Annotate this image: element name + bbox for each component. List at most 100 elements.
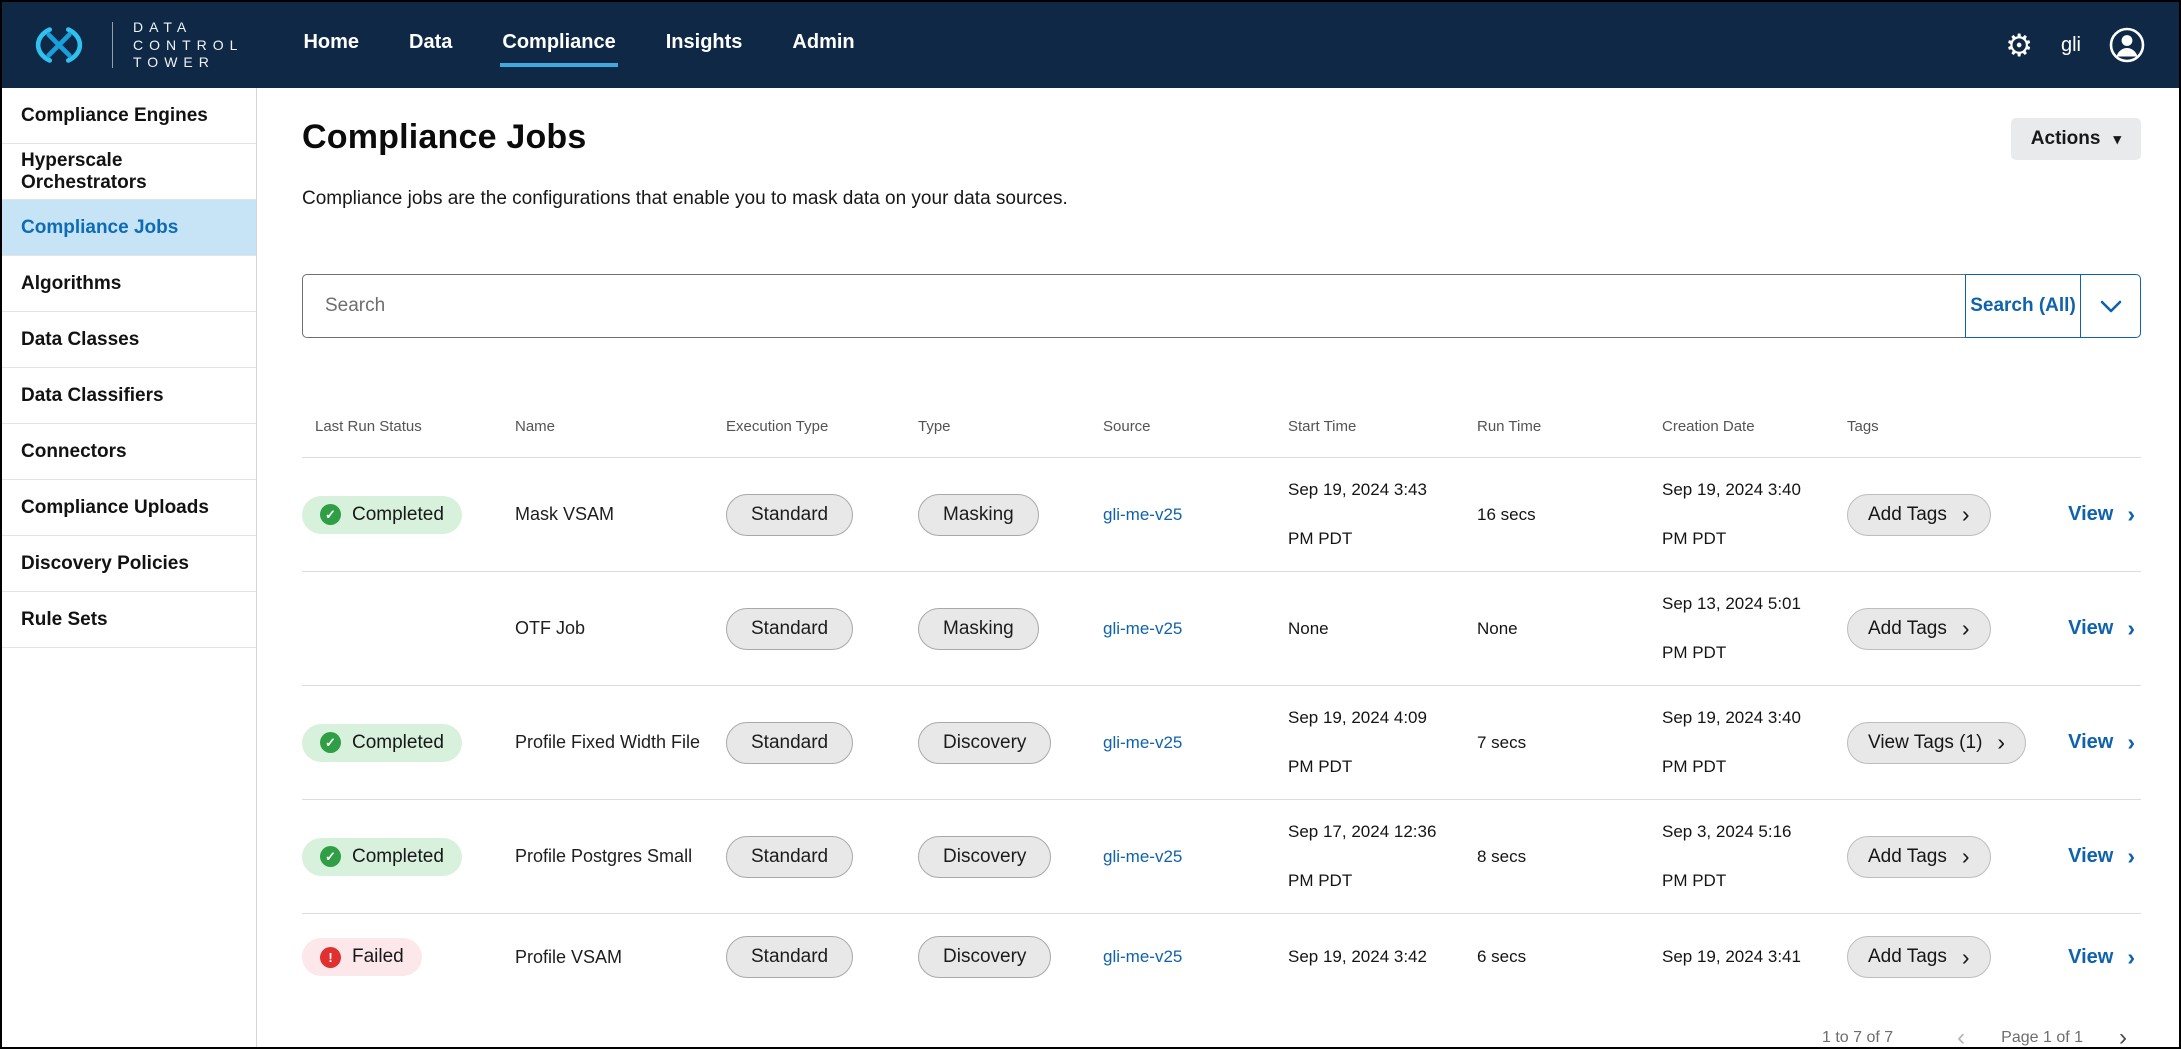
start-time-line1: Sep 19, 2024 4:09	[1288, 708, 1477, 728]
sidebar-item-data-classifiers[interactable]: Data Classifiers	[2, 368, 256, 424]
app-window: DATA CONTROL TOWER Home Data Compliance …	[0, 0, 2181, 1049]
source-link[interactable]: gli-me-v25	[1103, 733, 1182, 752]
brand-line: CONTROL	[133, 38, 243, 53]
run-time: 8 secs	[1477, 847, 1526, 866]
account-icon[interactable]	[2109, 27, 2145, 63]
creation-date-line1: Sep 19, 2024 3:40	[1662, 480, 1847, 500]
settings-icon[interactable]: ⚙	[2005, 30, 2033, 61]
sidebar-item-compliance-uploads[interactable]: Compliance Uploads	[2, 480, 256, 536]
column-header	[2061, 418, 2141, 435]
check-icon: ✓	[320, 732, 341, 753]
job-name: Mask VSAM	[515, 504, 614, 524]
nav-item-admin[interactable]: Admin	[790, 23, 856, 67]
chevron-right-icon: ›	[1962, 505, 1970, 523]
creation-date-line2: PM PDT	[1662, 757, 1847, 777]
execution-type-badge: Standard	[726, 836, 853, 878]
exclamation-icon: !	[320, 947, 341, 968]
nav-item-compliance[interactable]: Compliance	[500, 23, 617, 67]
page-body: Compliance Engines Hyperscale Orchestrat…	[2, 88, 2179, 1047]
sidebar-item-compliance-engines[interactable]: Compliance Engines	[2, 88, 256, 144]
sidebar-item-connectors[interactable]: Connectors	[2, 424, 256, 480]
sidebar-item-rule-sets[interactable]: Rule Sets	[2, 592, 256, 648]
start-time-line1: Sep 19, 2024 3:43	[1288, 480, 1477, 500]
status-label: Completed	[352, 732, 444, 754]
chevron-right-icon: ›	[1962, 619, 1970, 637]
column-header: Source	[1103, 418, 1288, 435]
execution-type-badge: Standard	[726, 494, 853, 536]
start-time-line2: PM PDT	[1288, 871, 1477, 891]
start-time-line2: PM PDT	[1288, 529, 1477, 549]
brand-title: DATA CONTROL TOWER	[133, 20, 243, 70]
start-time-line1: Sep 19, 2024 3:42	[1288, 947, 1477, 967]
source-link[interactable]: gli-me-v25	[1103, 619, 1182, 638]
chevron-down-icon	[2100, 300, 2122, 313]
nav-item-insights[interactable]: Insights	[664, 23, 745, 67]
tags-button[interactable]: Add Tags ›	[1847, 836, 1991, 878]
view-button[interactable]: View ›	[2068, 731, 2135, 754]
type-badge: Discovery	[918, 836, 1051, 878]
view-button[interactable]: View ›	[2068, 503, 2135, 526]
job-name: Profile Postgres Small	[515, 846, 692, 866]
column-header: Start Time	[1288, 418, 1477, 435]
tags-label: Add Tags	[1868, 618, 1947, 640]
chevron-right-icon: ›	[2127, 847, 2135, 865]
sidebar-item-data-classes[interactable]: Data Classes	[2, 312, 256, 368]
status-badge: ✓ Completed	[302, 838, 462, 876]
column-header: Creation Date	[1662, 418, 1847, 435]
chevron-right-icon: ›	[1997, 733, 2005, 751]
search-scope-dropdown[interactable]	[2080, 274, 2141, 338]
tags-button[interactable]: Add Tags ›	[1847, 494, 1991, 536]
primary-nav: Home Data Compliance Insights Admin	[301, 2, 856, 88]
table-row: OTF Job Standard Masking gli-me-v25 None…	[302, 571, 2141, 685]
row-range: 1 to 7 of 7	[1822, 1029, 1893, 1047]
type-badge: Discovery	[918, 722, 1051, 764]
tags-button[interactable]: Add Tags ›	[1847, 936, 1991, 978]
actions-button[interactable]: Actions ▾	[2011, 118, 2141, 160]
start-time-line2: PM PDT	[1288, 757, 1477, 777]
source-link[interactable]: gli-me-v25	[1103, 947, 1182, 966]
sidebar-item-hyperscale-orchestrators[interactable]: Hyperscale Orchestrators	[2, 144, 256, 200]
caret-down-icon: ▾	[2113, 132, 2121, 147]
chevron-right-icon: ›	[1962, 948, 1970, 966]
page-indicator: Page 1 of 1	[2001, 1029, 2083, 1047]
nav-item-data[interactable]: Data	[407, 23, 454, 67]
sidebar: Compliance Engines Hyperscale Orchestrat…	[2, 88, 257, 1047]
sidebar-item-discovery-policies[interactable]: Discovery Policies	[2, 536, 256, 592]
source-link[interactable]: gli-me-v25	[1103, 847, 1182, 866]
view-label: View	[2068, 503, 2113, 526]
creation-date-line1: Sep 19, 2024 3:41	[1662, 947, 1847, 967]
source-link[interactable]: gli-me-v25	[1103, 505, 1182, 524]
column-header: Name	[515, 418, 726, 435]
nav-item-home[interactable]: Home	[301, 23, 361, 67]
brand: DATA CONTROL TOWER	[26, 20, 243, 70]
view-label: View	[2068, 731, 2113, 754]
type-badge: Discovery	[918, 936, 1051, 978]
page-description: Compliance jobs are the configurations t…	[302, 188, 2141, 210]
prev-page-button[interactable]: ‹	[1957, 1026, 1965, 1047]
view-button[interactable]: View ›	[2068, 617, 2135, 640]
brand-line: DATA	[133, 20, 243, 35]
run-time: 7 secs	[1477, 733, 1526, 752]
view-button[interactable]: View ›	[2068, 946, 2135, 969]
search-input[interactable]	[302, 274, 1966, 338]
status-label: Completed	[352, 504, 444, 526]
next-page-button[interactable]: ›	[2119, 1026, 2127, 1047]
start-time-line1: None	[1288, 619, 1477, 639]
check-icon: ✓	[320, 504, 341, 525]
sidebar-item-algorithms[interactable]: Algorithms	[2, 256, 256, 312]
table-row: ✓ Completed Profile Postgres Small Stand…	[302, 799, 2141, 913]
view-button[interactable]: View ›	[2068, 845, 2135, 868]
start-time-line1: Sep 17, 2024 12:36	[1288, 822, 1477, 842]
job-name: Profile VSAM	[515, 947, 622, 967]
tags-button[interactable]: View Tags (1) ›	[1847, 722, 2026, 764]
sidebar-item-compliance-jobs[interactable]: Compliance Jobs	[2, 200, 256, 256]
status-badge: ✓ Completed	[302, 724, 462, 762]
tags-button[interactable]: Add Tags ›	[1847, 608, 1991, 650]
chevron-right-icon: ›	[2127, 733, 2135, 751]
table-row: ✓ Completed Mask VSAM Standard Masking g…	[302, 457, 2141, 571]
search-all-button[interactable]: Search (All)	[1965, 274, 2081, 338]
creation-date-line1: Sep 3, 2024 5:16	[1662, 822, 1847, 842]
run-time: 16 secs	[1477, 505, 1536, 524]
status-badge: ✓ Completed	[302, 496, 462, 534]
execution-type-badge: Standard	[726, 936, 853, 978]
